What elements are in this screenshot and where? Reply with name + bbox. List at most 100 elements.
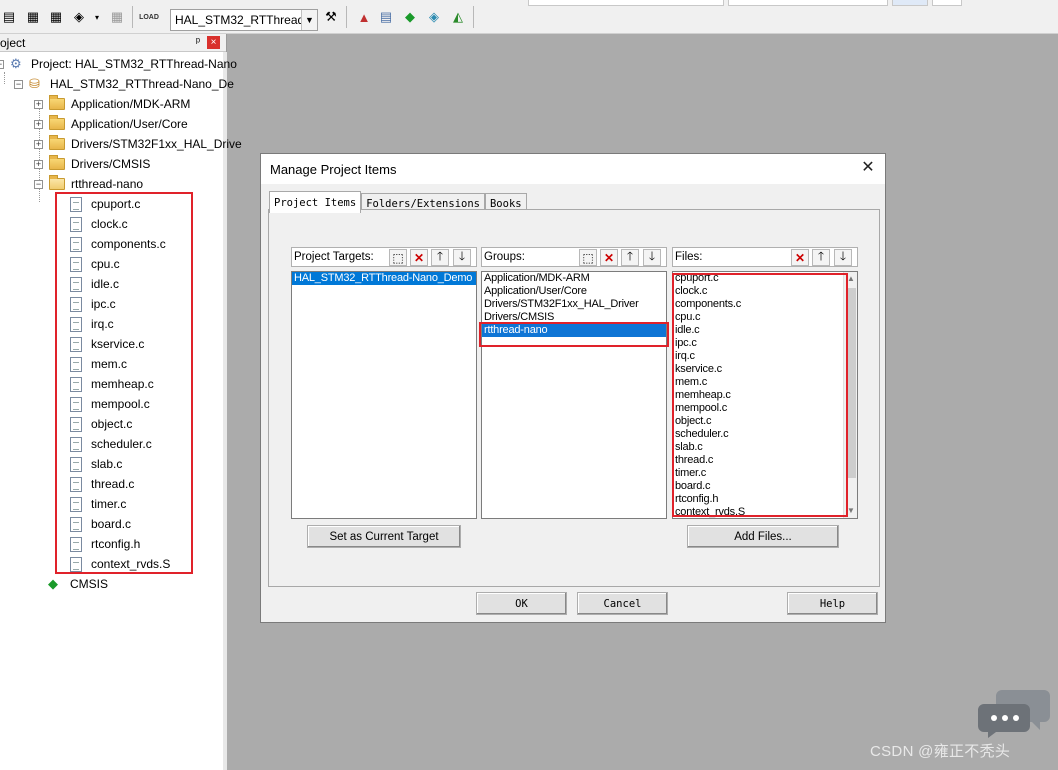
tree-file[interactable]: components.c <box>70 234 166 254</box>
project-targets-list[interactable]: HAL_STM32_RTThread-Nano_Demo <box>291 271 477 519</box>
scroll-down-icon[interactable]: ▼ <box>844 504 857 518</box>
chevron-down-icon[interactable]: ▾ <box>88 8 106 26</box>
batch-build-icon[interactable]: ▦ <box>108 8 126 26</box>
tree-file[interactable]: cpu.c <box>70 254 120 274</box>
new-icon[interactable]: ⬚ <box>579 249 597 266</box>
select-packs-icon[interactable]: ◈ <box>425 8 443 26</box>
options-wand-icon[interactable]: ⚒ <box>322 8 340 26</box>
tree-file[interactable]: kservice.c <box>70 334 144 354</box>
list-item[interactable]: idle.c <box>673 324 857 337</box>
move-down-icon[interactable]: 🡓 <box>453 249 471 266</box>
move-down-icon[interactable]: 🡓 <box>643 249 661 266</box>
move-up-icon[interactable]: 🡑 <box>621 249 639 266</box>
rebuild-icon[interactable]: ◈ <box>70 8 88 26</box>
move-up-icon[interactable]: 🡑 <box>431 249 449 266</box>
expand-icon[interactable]: + <box>34 159 43 169</box>
tree-file[interactable]: clock.c <box>70 214 128 234</box>
list-item[interactable]: timer.c <box>673 467 857 480</box>
tab-project-items[interactable]: Project Items <box>269 191 362 213</box>
tree-file[interactable]: context_rvds.S <box>70 554 170 574</box>
list-item[interactable]: clock.c <box>673 285 857 298</box>
tree-file[interactable]: memheap.c <box>70 374 154 394</box>
scroll-thumb[interactable] <box>846 288 856 478</box>
list-item[interactable]: kservice.c <box>673 363 857 376</box>
tree-file[interactable]: irq.c <box>70 314 114 334</box>
build-icon[interactable]: ▦ <box>47 8 65 26</box>
tree-file[interactable]: rtconfig.h <box>70 534 140 554</box>
close-icon[interactable]: × <box>207 36 220 49</box>
tree-file[interactable]: mem.c <box>70 354 127 374</box>
tree-file[interactable]: thread.c <box>70 474 134 494</box>
list-item[interactable]: HAL_STM32_RTThread-Nano_Demo <box>292 272 476 285</box>
tree-file[interactable]: timer.c <box>70 494 126 514</box>
manage-components-icon[interactable]: ▲ <box>355 8 373 26</box>
list-item[interactable]: irq.c <box>673 350 857 363</box>
list-item[interactable]: object.c <box>673 415 857 428</box>
list-item[interactable]: cpu.c <box>673 311 857 324</box>
tree-file[interactable]: object.c <box>70 414 132 434</box>
tree-project-root[interactable]: − ⚙ Project: HAL_STM32_RTThread-Nano <box>0 54 237 74</box>
expand-icon[interactable]: + <box>34 139 43 149</box>
expand-icon[interactable]: + <box>34 119 43 129</box>
list-item[interactable]: Drivers/STM32F1xx_HAL_Driver <box>482 298 666 311</box>
tree-file[interactable]: idle.c <box>70 274 119 294</box>
list-item[interactable]: mempool.c <box>673 402 857 415</box>
pack-installer-icon[interactable]: ◆ <box>401 8 419 26</box>
list-item[interactable]: Application/MDK-ARM <box>482 272 666 285</box>
delete-icon[interactable]: ✕ <box>791 249 809 266</box>
cancel-button[interactable]: Cancel <box>577 592 668 615</box>
close-icon[interactable]: ✕ <box>859 159 877 177</box>
tree-file[interactable]: board.c <box>70 514 131 534</box>
list-item[interactable]: cpuport.c <box>673 272 857 285</box>
scroll-up-icon[interactable]: ▲ <box>844 272 857 286</box>
collapse-icon[interactable]: − <box>34 179 43 189</box>
file-extensions-icon[interactable]: ▤ <box>377 8 395 26</box>
pin-icon[interactable]: ᵖ <box>196 36 200 48</box>
add-files-button[interactable]: Add Files... <box>687 525 839 548</box>
list-item[interactable]: memheap.c <box>673 389 857 402</box>
tree-group[interactable]: + Drivers/STM32F1xx_HAL_Drive <box>34 134 242 154</box>
tree-file[interactable]: mempool.c <box>70 394 150 414</box>
target-select[interactable]: HAL_STM32_RTThread-Na ▼ <box>170 9 318 31</box>
tree-file[interactable]: slab.c <box>70 454 122 474</box>
delete-icon[interactable]: ✕ <box>600 249 618 266</box>
collapse-icon[interactable]: − <box>14 79 23 89</box>
delete-icon[interactable]: ✕ <box>410 249 428 266</box>
list-item[interactable]: thread.c <box>673 454 857 467</box>
tree-file[interactable]: cpuport.c <box>70 194 140 214</box>
rte-icon[interactable]: ◭ <box>449 8 467 26</box>
collapse-icon[interactable]: − <box>0 59 4 69</box>
panel-scrollbar[interactable] <box>223 52 227 770</box>
list-item[interactable]: components.c <box>673 298 857 311</box>
tree-file[interactable]: scheduler.c <box>70 434 152 454</box>
tree-target[interactable]: − ⛁ HAL_STM32_RTThread-Nano_De <box>14 74 234 94</box>
translate-icon[interactable]: ▦ <box>24 8 42 26</box>
files-scrollbar[interactable]: ▲ ▼ <box>843 272 857 518</box>
list-item[interactable]: slab.c <box>673 441 857 454</box>
list-item[interactable]: board.c <box>673 480 857 493</box>
list-item-selected[interactable]: rtthread-nano <box>482 324 666 337</box>
help-button[interactable]: Help <box>787 592 878 615</box>
list-item[interactable]: Application/User/Core <box>482 285 666 298</box>
tree-group[interactable]: + Application/MDK-ARM <box>34 94 190 114</box>
expand-icon[interactable]: + <box>34 99 43 109</box>
set-current-target-button[interactable]: Set as Current Target <box>307 525 461 548</box>
list-item[interactable]: scheduler.c <box>673 428 857 441</box>
chevron-down-icon[interactable]: ▼ <box>301 10 317 30</box>
files-list[interactable]: cpuport.c clock.c components.c cpu.c idl… <box>672 271 858 519</box>
list-item[interactable]: context_rvds.S <box>673 506 857 518</box>
ok-button[interactable]: OK <box>476 592 567 615</box>
tree-group[interactable]: + Drivers/CMSIS <box>34 154 150 174</box>
new-icon[interactable]: ⬚ <box>389 249 407 266</box>
list-item[interactable]: ipc.c <box>673 337 857 350</box>
list-item[interactable]: Drivers/CMSIS <box>482 311 666 324</box>
groups-list[interactable]: Application/MDK-ARM Application/User/Cor… <box>481 271 667 519</box>
layers-icon[interactable]: ▤ <box>0 8 18 26</box>
load-icon[interactable]: LOAD <box>139 8 159 26</box>
tree-file[interactable]: ipc.c <box>70 294 116 314</box>
tree-group-rtthread-nano[interactable]: − rtthread-nano <box>34 174 143 194</box>
move-down-icon[interactable]: 🡓 <box>834 249 852 266</box>
move-up-icon[interactable]: 🡑 <box>812 249 830 266</box>
tree-cmsis[interactable]: ◆ CMSIS <box>48 574 108 594</box>
list-item[interactable]: mem.c <box>673 376 857 389</box>
